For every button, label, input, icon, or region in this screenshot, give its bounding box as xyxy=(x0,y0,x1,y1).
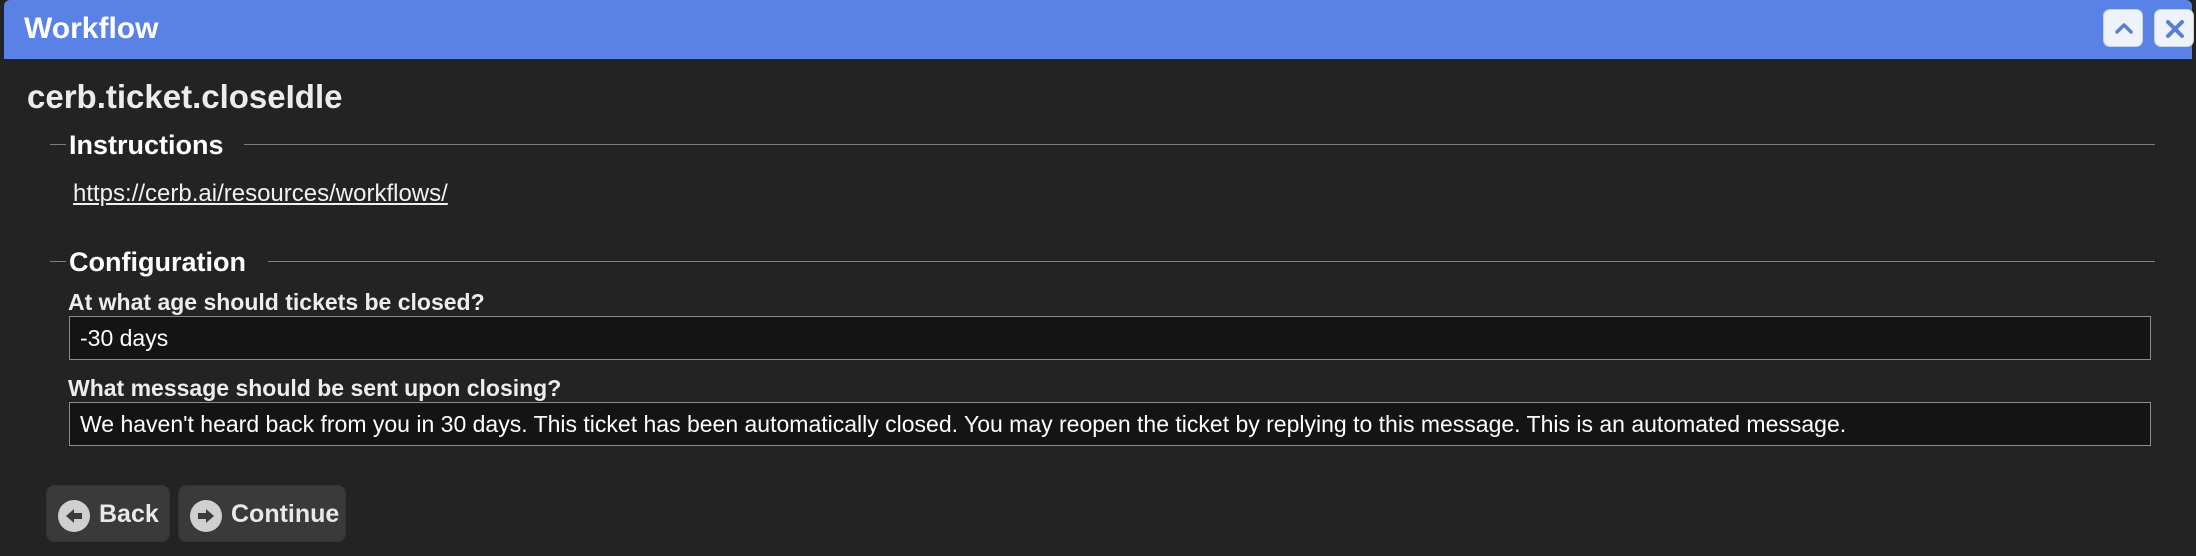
window-titlebar: Workflow xyxy=(4,0,2194,59)
close-age-input[interactable] xyxy=(69,316,2151,360)
instructions-legend: Instructions xyxy=(69,130,224,160)
close-age-label: At what age should tickets be closed? xyxy=(68,289,485,315)
close-icon xyxy=(2166,20,2184,38)
configuration-legend: Configuration xyxy=(69,247,246,277)
back-button-label: Back xyxy=(99,500,159,528)
close-message-input[interactable] xyxy=(69,402,2151,446)
page-title: cerb.ticket.closeIdle xyxy=(27,78,343,115)
continue-button[interactable]: Continue xyxy=(178,485,346,542)
window-title: Workflow xyxy=(24,12,159,45)
arrow-right-circle-icon xyxy=(190,500,222,532)
arrow-left-circle-icon xyxy=(58,500,90,532)
back-button[interactable]: Back xyxy=(46,485,170,542)
instructions-link[interactable]: https://cerb.ai/resources/workflows/ xyxy=(73,180,448,208)
collapse-button[interactable] xyxy=(2103,9,2143,47)
close-button[interactable] xyxy=(2154,9,2194,47)
continue-button-label: Continue xyxy=(231,500,340,528)
fieldset-border xyxy=(50,261,66,262)
fieldset-border xyxy=(268,261,2155,262)
close-message-label: What message should be sent upon closing… xyxy=(68,375,562,401)
fieldset-border xyxy=(50,144,66,145)
fieldset-border xyxy=(244,144,2155,145)
chevron-up-icon xyxy=(2115,23,2133,34)
